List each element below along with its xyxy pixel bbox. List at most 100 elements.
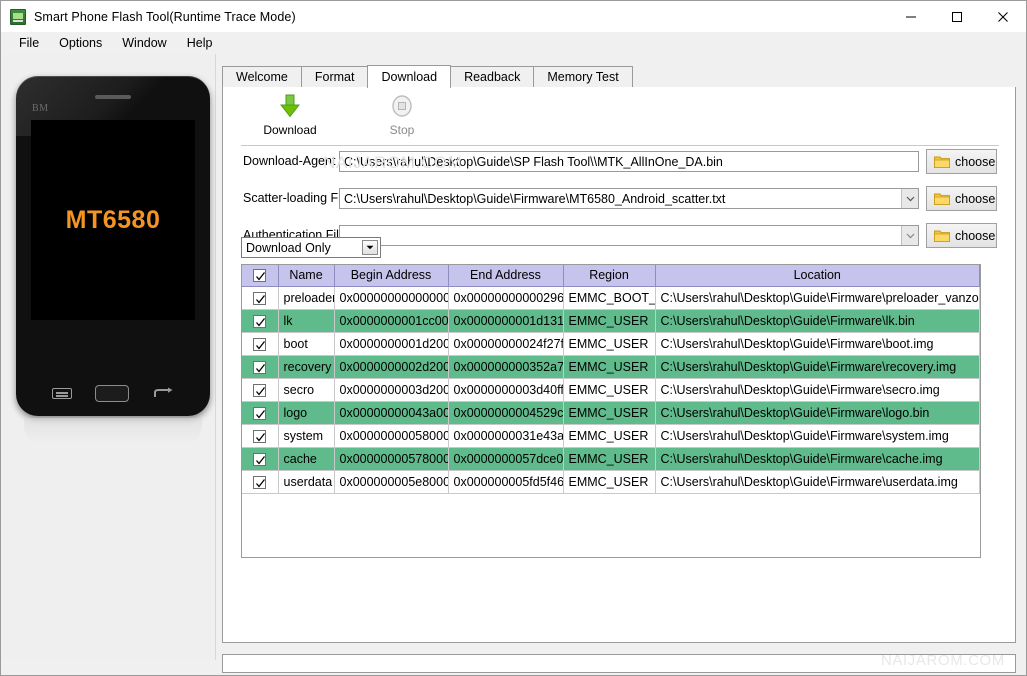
row-checkbox[interactable] bbox=[253, 337, 267, 351]
flash-tool-icon bbox=[10, 8, 26, 25]
cell-end-address: 0x00000000000296df bbox=[448, 286, 564, 310]
download-agent-choose-button[interactable]: choose bbox=[926, 149, 997, 174]
download-button[interactable]: Download bbox=[247, 93, 333, 143]
cell-name: cache bbox=[278, 447, 335, 471]
cell-location: C:\Users\rahul\Desktop\Guide\Firmware\sy… bbox=[655, 424, 980, 448]
row-checkbox[interactable] bbox=[253, 314, 267, 328]
row-checkbox-cell[interactable] bbox=[242, 286, 279, 310]
cell-location: C:\Users\rahul\Desktop\Guide\Firmware\bo… bbox=[655, 332, 980, 356]
authentication-file-choose-button[interactable]: choose bbox=[926, 223, 997, 248]
partition-rows: preloader 0x0000000000000000 0x000000000… bbox=[242, 286, 980, 494]
download-agent-row: Download-Agent C:\Users\rahul\Desktop\Gu… bbox=[223, 149, 1015, 175]
row-checkbox[interactable] bbox=[253, 360, 267, 374]
table-row[interactable]: userdata 0x000000005e800000 0x000000005f… bbox=[242, 470, 980, 494]
progress-bar bbox=[222, 654, 1016, 673]
column-header-location[interactable]: Location bbox=[655, 265, 980, 287]
chevron-down-icon[interactable] bbox=[901, 226, 918, 245]
authentication-file-choose-label: choose bbox=[955, 228, 996, 243]
scatter-file-choose-button[interactable]: choose bbox=[926, 186, 997, 211]
cell-region: EMMC_USER bbox=[563, 470, 656, 494]
cell-begin-address: 0x0000000057800000 bbox=[334, 447, 449, 471]
row-checkbox[interactable] bbox=[253, 291, 267, 305]
row-checkbox[interactable] bbox=[253, 475, 267, 489]
download-mode-select[interactable]: Download Only bbox=[241, 237, 381, 258]
table-row[interactable]: system 0x0000000005800000 0x0000000031e4… bbox=[242, 424, 980, 448]
select-all-header[interactable] bbox=[242, 265, 279, 287]
stop-circle-icon bbox=[391, 93, 413, 119]
folder-icon bbox=[934, 192, 950, 205]
column-header-name[interactable]: Name bbox=[278, 265, 335, 287]
cell-location: C:\Users\rahul\Desktop\Guide\Firmware\se… bbox=[655, 378, 980, 402]
cell-name: logo bbox=[278, 401, 335, 425]
cell-region: EMMC_USER bbox=[563, 332, 656, 356]
row-checkbox-cell[interactable] bbox=[242, 447, 279, 471]
table-row[interactable]: secro 0x0000000003d20000 0x0000000003d40… bbox=[242, 378, 980, 402]
table-row[interactable]: cache 0x0000000057800000 0x0000000057dce… bbox=[242, 447, 980, 471]
row-checkbox-cell[interactable] bbox=[242, 470, 279, 494]
cell-begin-address: 0x00000000043a0000 bbox=[334, 401, 449, 425]
table-row[interactable]: lk 0x0000000001cc0000 0x0000000001d1311b… bbox=[242, 309, 980, 333]
tab-format[interactable]: Format bbox=[300, 66, 369, 87]
cell-name: boot bbox=[278, 332, 335, 356]
phone-nav-bar bbox=[16, 385, 210, 402]
download-agent-input[interactable]: C:\Users\rahul\Desktop\Guide\SP Flash To… bbox=[339, 151, 919, 172]
cell-end-address: 0x0000000004529c13 bbox=[448, 401, 564, 425]
column-header-begin-address[interactable]: Begin Address bbox=[334, 265, 449, 287]
close-button[interactable] bbox=[980, 1, 1026, 32]
cell-location: C:\Users\rahul\Desktop\Guide\Firmware\lo… bbox=[655, 401, 980, 425]
row-checkbox-cell[interactable] bbox=[242, 332, 279, 356]
tab-memory-test[interactable]: Memory Test bbox=[533, 66, 633, 87]
table-row[interactable]: boot 0x0000000001d20000 0x00000000024f27… bbox=[242, 332, 980, 356]
cell-location: C:\Users\rahul\Desktop\Guide\Firmware\lk… bbox=[655, 309, 980, 333]
stop-button-label: Stop bbox=[389, 123, 415, 137]
authentication-file-input[interactable] bbox=[339, 225, 919, 246]
stop-button[interactable]: Stop bbox=[359, 93, 445, 143]
tab-strip: Welcome Format Download Readback Memory … bbox=[222, 65, 1016, 88]
row-checkbox[interactable] bbox=[253, 452, 267, 466]
cell-begin-address: 0x0000000001cc0000 bbox=[334, 309, 449, 333]
menu-item-file[interactable]: File bbox=[9, 33, 49, 53]
menu-item-help[interactable]: Help bbox=[177, 33, 223, 53]
cell-begin-address: 0x0000000005800000 bbox=[334, 424, 449, 448]
table-header-row: Name Begin Address End Address Region Lo… bbox=[242, 265, 980, 287]
device-preview-panel: BM MT6580 bbox=[2, 54, 216, 660]
row-checkbox-cell[interactable] bbox=[242, 401, 279, 425]
cell-location: C:\Users\rahul\Desktop\Guide\Firmware\re… bbox=[655, 355, 980, 379]
menu-item-window[interactable]: Window bbox=[112, 33, 176, 53]
row-checkbox-cell[interactable] bbox=[242, 309, 279, 333]
row-checkbox[interactable] bbox=[253, 383, 267, 397]
row-checkbox-cell[interactable] bbox=[242, 355, 279, 379]
tab-readback[interactable]: Readback bbox=[450, 66, 535, 87]
cell-region: EMMC_BOOT_1 bbox=[563, 286, 656, 310]
cell-end-address: 0x0000000057dce093 bbox=[448, 447, 564, 471]
cell-region: EMMC_USER bbox=[563, 447, 656, 471]
cell-location: C:\Users\rahul\Desktop\Guide\Firmware\pr… bbox=[655, 286, 980, 310]
column-header-end-address[interactable]: End Address bbox=[448, 265, 564, 287]
cell-begin-address: 0x0000000003d20000 bbox=[334, 378, 449, 402]
table-row[interactable]: recovery 0x0000000002d20000 0x0000000003… bbox=[242, 355, 980, 379]
chevron-down-icon[interactable] bbox=[362, 240, 378, 255]
tab-welcome[interactable]: Welcome bbox=[222, 66, 302, 87]
table-row[interactable]: logo 0x00000000043a0000 0x0000000004529c… bbox=[242, 401, 980, 425]
row-checkbox-cell[interactable] bbox=[242, 424, 279, 448]
scatter-file-input[interactable]: C:\Users\rahul\Desktop\Guide\Firmware\MT… bbox=[339, 188, 919, 209]
row-checkbox[interactable] bbox=[253, 429, 267, 443]
tab-download[interactable]: Download bbox=[367, 65, 452, 88]
cell-end-address: 0x0000000001d1311b bbox=[448, 309, 564, 333]
cell-name: preloader bbox=[278, 286, 335, 310]
cell-end-address: 0x000000000352a7ff bbox=[448, 355, 564, 379]
select-all-checkbox[interactable] bbox=[253, 269, 267, 283]
maximize-button[interactable] bbox=[934, 1, 980, 32]
cell-region: EMMC_USER bbox=[563, 309, 656, 333]
cell-name: userdata bbox=[278, 470, 335, 494]
column-header-region[interactable]: Region bbox=[563, 265, 656, 287]
menu-bar: File Options Window Help bbox=[1, 32, 1026, 54]
back-key-icon bbox=[152, 387, 174, 401]
cell-name: lk bbox=[278, 309, 335, 333]
table-row[interactable]: preloader 0x0000000000000000 0x000000000… bbox=[242, 286, 980, 310]
minimize-button[interactable] bbox=[888, 1, 934, 32]
row-checkbox-cell[interactable] bbox=[242, 378, 279, 402]
menu-item-options[interactable]: Options bbox=[49, 33, 112, 53]
chevron-down-icon[interactable] bbox=[901, 189, 918, 208]
row-checkbox[interactable] bbox=[253, 406, 267, 420]
